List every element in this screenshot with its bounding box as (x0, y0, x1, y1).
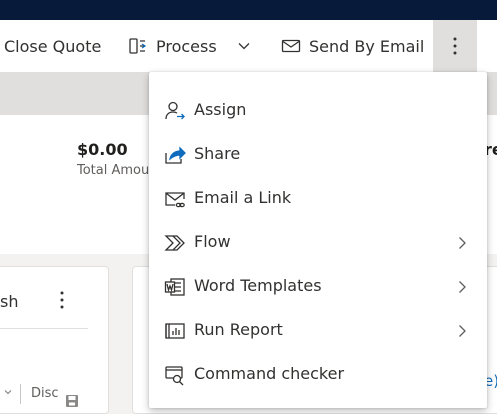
save-icon[interactable] (65, 394, 79, 408)
command-checker-icon (164, 364, 186, 386)
chevron-right-icon (455, 324, 469, 338)
menu-item-assign[interactable]: Assign (149, 89, 487, 133)
column-separator (20, 384, 21, 404)
menu-item-word-templates[interactable]: Word Templates (149, 265, 487, 309)
process-label: Process (156, 36, 217, 56)
word-templates-icon (164, 276, 186, 298)
assign-person-icon (164, 100, 186, 122)
run-report-icon (164, 320, 186, 342)
menu-item-email-a-link[interactable]: Email a Link (149, 177, 487, 221)
command-bar: Close Quote Process Send By Email (0, 20, 497, 73)
chevron-down-icon[interactable] (237, 39, 251, 53)
close-quote-label: Close Quote (4, 36, 102, 56)
menu-item-label: Flow (194, 232, 231, 251)
menu-item-label: Email a Link (194, 188, 292, 207)
mail-icon (281, 36, 301, 56)
subgrid-refresh-fragment[interactable]: sh (0, 292, 18, 311)
subgrid-more-button[interactable] (55, 289, 69, 311)
send-by-email-button[interactable]: Send By Email (281, 20, 424, 72)
menu-item-flow[interactable]: Flow (149, 221, 487, 265)
more-commands-button[interactable] (433, 20, 477, 72)
column-header-discount[interactable]: Disc (31, 386, 59, 401)
total-amount-label: Total Amou (77, 163, 150, 178)
menu-item-command-checker[interactable]: Command checker (149, 353, 487, 397)
menu-item-label: Run Report (194, 320, 283, 339)
app-top-bar (0, 0, 497, 20)
chevron-right-icon (455, 280, 469, 294)
menu-item-share[interactable]: Share (149, 133, 487, 177)
flow-icon (164, 232, 186, 254)
subgrid-divider (0, 328, 88, 329)
menu-item-run-report[interactable]: Run Report (149, 309, 487, 353)
more-vertical-icon (453, 37, 457, 55)
chevron-right-icon (455, 236, 469, 250)
menu-item-label: Assign (194, 100, 247, 119)
menu-item-label: Word Templates (194, 276, 322, 295)
column-sort-chevron-icon[interactable] (4, 388, 12, 396)
menu-item-label: Share (194, 144, 241, 163)
total-amount-value: $0.00 (77, 140, 128, 159)
email-link-icon (164, 188, 186, 210)
more-commands-menu: Assign Share Email a Link Flow Word Temp… (149, 72, 487, 408)
send-by-email-label: Send By Email (309, 36, 425, 56)
process-icon (128, 36, 148, 56)
menu-item-label: Command checker (194, 364, 345, 383)
process-button[interactable]: Process (128, 20, 251, 72)
close-quote-button[interactable]: Close Quote (4, 20, 101, 72)
share-icon (164, 144, 186, 166)
